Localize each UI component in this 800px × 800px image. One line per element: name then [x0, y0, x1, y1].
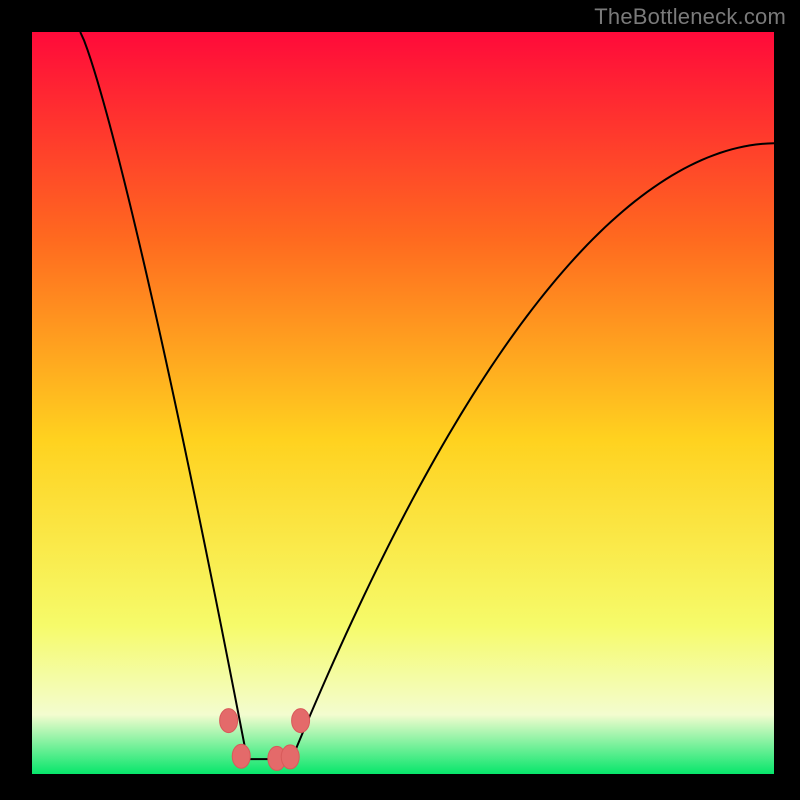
trough-marker-3 — [281, 745, 299, 769]
gradient-background — [32, 32, 774, 774]
bottleneck-curve-chart — [32, 32, 774, 774]
trough-marker-0 — [220, 709, 238, 733]
plot-area — [32, 32, 774, 774]
trough-marker-1 — [232, 744, 250, 768]
watermark-text: TheBottleneck.com — [594, 4, 786, 30]
chart-frame: TheBottleneck.com — [0, 0, 800, 800]
trough-marker-4 — [292, 709, 310, 733]
